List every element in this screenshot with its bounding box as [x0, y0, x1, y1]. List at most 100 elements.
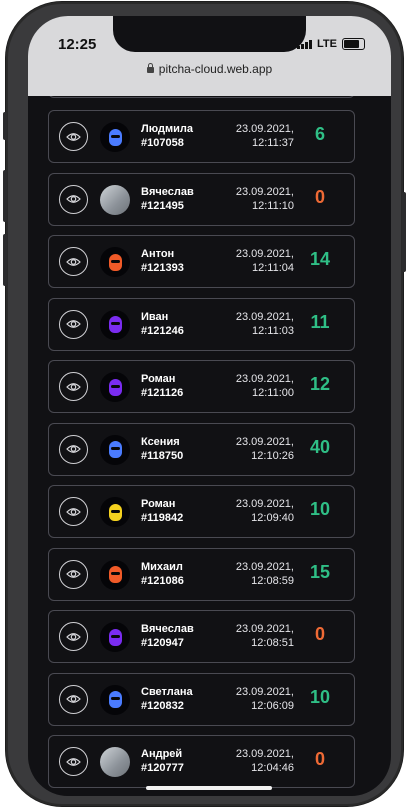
- timestamp: 23.09.2021, 12:09:40: [236, 497, 294, 525]
- participant-name: Светлана #120832: [141, 685, 193, 713]
- helmet-icon: [108, 253, 122, 271]
- address-bar[interactable]: pitcha-cloud.web.app: [28, 62, 391, 76]
- eye-icon[interactable]: [59, 559, 88, 589]
- timestamp: 23.09.2021, 12:11:37: [236, 122, 294, 150]
- name-text: Роман: [141, 498, 176, 510]
- volume-up-button: [3, 170, 7, 222]
- phone-frame: Людмила #107058 23.09.2021, 12:11:37 6 Вячесл…: [3, 2, 406, 806]
- timestamp: 23.09.2021, 12:11:00: [236, 372, 294, 400]
- timestamp: 23.09.2021, 12:11:10: [236, 185, 294, 213]
- table-row[interactable]: Роман #119842 23.09.2021, 12:09:40 10: [48, 485, 355, 538]
- table-row[interactable]: Антон #121393 23.09.2021, 12:11:04 14: [48, 235, 355, 288]
- eye-icon[interactable]: [59, 622, 88, 651]
- score: 0: [314, 186, 325, 207]
- avatar: [100, 122, 130, 152]
- clock: 12:25: [58, 36, 97, 53]
- participant-name: Вячеслав #120947: [141, 622, 194, 650]
- helmet-icon: [108, 691, 122, 708]
- eye-icon[interactable]: [59, 747, 88, 776]
- timestamp: 23.09.2021, 12:04:46: [236, 747, 294, 775]
- avatar: [100, 684, 130, 715]
- eye-icon[interactable]: [59, 309, 88, 339]
- table-row[interactable]: Андрей #120777 23.09.2021, 12:04:46 0: [48, 735, 355, 788]
- time-text: 12:08:51: [251, 637, 294, 649]
- helmet-icon: [108, 441, 122, 458]
- table-row[interactable]: Светлана #120832 23.09.2021, 12:06:09 10: [48, 672, 355, 726]
- helmet-icon: [108, 566, 122, 583]
- participant-name: Михаил #121086: [141, 560, 184, 588]
- score: 15: [309, 561, 331, 582]
- helmet-icon: [108, 378, 122, 396]
- timestamp: 23.09.2021, 12:06:09: [236, 685, 294, 713]
- avatar: [100, 622, 130, 652]
- eye-icon[interactable]: [59, 684, 88, 714]
- avatar: [100, 184, 130, 215]
- name-text: Вячеслав: [141, 623, 194, 635]
- id-text: #119842: [141, 512, 184, 524]
- score: 10: [309, 686, 331, 707]
- notch: [113, 16, 306, 52]
- name-text: Андрей: [141, 748, 183, 760]
- id-text: #118750: [141, 449, 184, 462]
- date-text: 23.09.2021,: [235, 185, 294, 198]
- table-row[interactable]: Людмила #107058 23.09.2021, 12:11:37 6: [48, 110, 355, 163]
- url-text: pitcha-cloud.web.app: [158, 62, 273, 76]
- avatar: [100, 247, 130, 277]
- mute-switch: [3, 112, 7, 140]
- volume-down-button: [3, 234, 7, 286]
- home-indicator[interactable]: [146, 786, 272, 790]
- power-button: [402, 192, 406, 272]
- participant-name: Иван #121246: [141, 310, 184, 338]
- helmet-icon: [108, 628, 122, 646]
- helmet-icon: [108, 128, 122, 146]
- name-text: Ксения: [141, 435, 180, 448]
- timestamp: 23.09.2021, 12:10:26: [236, 435, 294, 463]
- timestamp: 23.09.2021, 12:11:04: [236, 247, 294, 275]
- id-text: #120832: [141, 699, 184, 712]
- avatar: [100, 747, 130, 777]
- time-text: 12:11:03: [251, 324, 294, 337]
- name-text: Светлана: [141, 685, 193, 698]
- name-text: Вячеслав: [141, 185, 194, 198]
- avatar: [100, 559, 130, 590]
- eye-icon[interactable]: [59, 247, 88, 276]
- time-text: 12:11:00: [251, 387, 294, 399]
- score: 40: [309, 436, 331, 457]
- eye-icon[interactable]: [59, 434, 88, 464]
- table-row[interactable]: Иван #121246 23.09.2021, 12:11:03 11: [48, 297, 355, 351]
- time-text: 12:11:37: [251, 137, 294, 149]
- signal-icon: [297, 39, 313, 49]
- participant-name: Роман #121126: [141, 372, 183, 400]
- date-text: 23.09.2021,: [235, 560, 294, 573]
- name-text: Роман: [141, 373, 176, 385]
- score: 11: [310, 311, 330, 332]
- eye-icon[interactable]: [59, 372, 88, 401]
- name-text: Людмила: [141, 123, 193, 135]
- eye-icon[interactable]: [59, 497, 88, 526]
- table-row[interactable]: Вячеслав #120947 23.09.2021, 12:08:51 0: [48, 610, 355, 663]
- participant-name: Андрей #120777: [141, 747, 184, 775]
- eye-icon[interactable]: [59, 184, 88, 214]
- participant-name: Ксения #118750: [141, 435, 183, 463]
- date-text: 23.09.2021,: [235, 373, 294, 385]
- avatar: [100, 497, 130, 527]
- battery-icon: [342, 38, 365, 50]
- date-text: 23.09.2021,: [235, 748, 294, 760]
- table-row[interactable]: Вячеслав #121495 23.09.2021, 12:11:10 0: [48, 172, 355, 226]
- table-row[interactable]: Роман #121126 23.09.2021, 12:11:00 12: [48, 360, 355, 413]
- eye-icon[interactable]: [59, 122, 88, 151]
- network-label: LTE: [317, 38, 337, 50]
- id-text: #120947: [141, 637, 184, 649]
- time-text: 12:04:46: [251, 762, 294, 774]
- score: 10: [309, 499, 331, 519]
- id-text: #107058: [141, 137, 184, 149]
- name-text: Антон: [141, 248, 175, 260]
- system-indicators: LTE: [297, 38, 365, 50]
- helmet-icon: [108, 503, 122, 521]
- table-row[interactable]: Ксения #118750 23.09.2021, 12:10:26 40: [48, 422, 355, 476]
- table-row[interactable]: Михаил #121086 23.09.2021, 12:08:59 15: [48, 547, 355, 601]
- id-text: #120777: [141, 762, 184, 774]
- time-text: 12:08:59: [251, 574, 294, 587]
- date-text: 23.09.2021,: [235, 623, 294, 635]
- avatar: [100, 434, 130, 465]
